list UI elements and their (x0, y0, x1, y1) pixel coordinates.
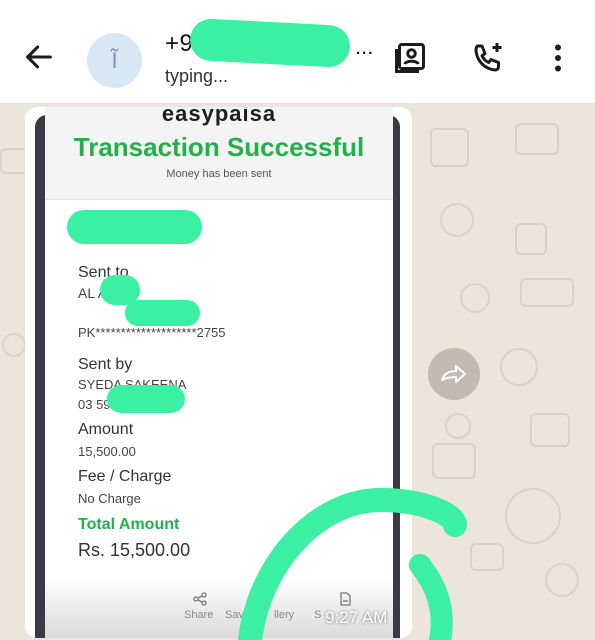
screenshot-action: S (314, 609, 322, 621)
gallery-action: llery (274, 609, 295, 621)
message-timestamp: 9:27 AM (325, 608, 388, 627)
back-arrow-icon[interactable] (22, 40, 56, 74)
brand-logo: easypaisa (161, 107, 277, 126)
total-amount-value: Rs. 15,500.00 (78, 540, 191, 560)
add-contact-icon[interactable] (392, 40, 428, 76)
forward-button[interactable] (428, 348, 480, 400)
amount-label: Amount (78, 421, 134, 438)
share-action: Share (184, 609, 214, 621)
receipt-header: easypaisa Transaction Successful Money h… (45, 107, 393, 200)
wallpaper-doodle (460, 283, 490, 313)
fee-value: No Charge (78, 491, 141, 506)
forward-icon (441, 365, 466, 383)
total-amount-label: Total Amount (78, 516, 180, 533)
avatar[interactable]: Ĩ (87, 33, 142, 88)
wallpaper-doodle (2, 333, 26, 357)
save-icon (340, 592, 351, 606)
amount-value: 15,500.00 (78, 444, 136, 459)
more-vert-icon[interactable] (540, 40, 576, 76)
share-icon (193, 592, 207, 606)
wallpaper-doodle (530, 413, 570, 447)
wallpaper-doodle (470, 543, 504, 571)
typing-status: typing... (165, 66, 229, 86)
sent-by-label: Sent by (78, 356, 133, 373)
contact-phone-ellipsis: ... (355, 34, 374, 59)
receipt-title: Transaction Successful (73, 132, 365, 162)
wallpaper-doodle (500, 348, 538, 386)
fee-label: Fee / Charge (78, 468, 172, 485)
chat-header: Ĩ +9 ... typing... (0, 0, 595, 104)
sent-by-phone: 03 59 (78, 397, 111, 412)
wallpaper-doodle (430, 128, 469, 167)
redaction-scribble (189, 17, 351, 69)
sent-to-account: PK********************2755 (78, 325, 226, 340)
wallpaper-doodle (545, 563, 579, 597)
contact-phone[interactable]: +9 (165, 30, 193, 58)
wallpaper-doodle (440, 203, 474, 237)
redaction-scribble (107, 385, 185, 413)
wallpaper-doodle (515, 123, 559, 155)
wallpaper-doodle (515, 223, 547, 255)
save-action: Save (225, 609, 251, 621)
wallpaper-doodle (445, 413, 471, 439)
receipt-subtitle: Money has been sent (166, 168, 272, 180)
redaction-scribble (67, 210, 202, 244)
wallpaper-doodle (520, 278, 574, 307)
redaction-scribble (125, 300, 200, 326)
wallpaper-doodle (432, 443, 476, 479)
image-message-bubble[interactable]: easypaisa Transaction Successful Money h… (25, 107, 412, 638)
receipt-screenshot: easypaisa Transaction Successful Money h… (45, 107, 393, 638)
avatar-letter: Ĩ (111, 48, 118, 73)
add-call-icon[interactable] (470, 40, 506, 76)
wallpaper-doodle (505, 488, 561, 544)
